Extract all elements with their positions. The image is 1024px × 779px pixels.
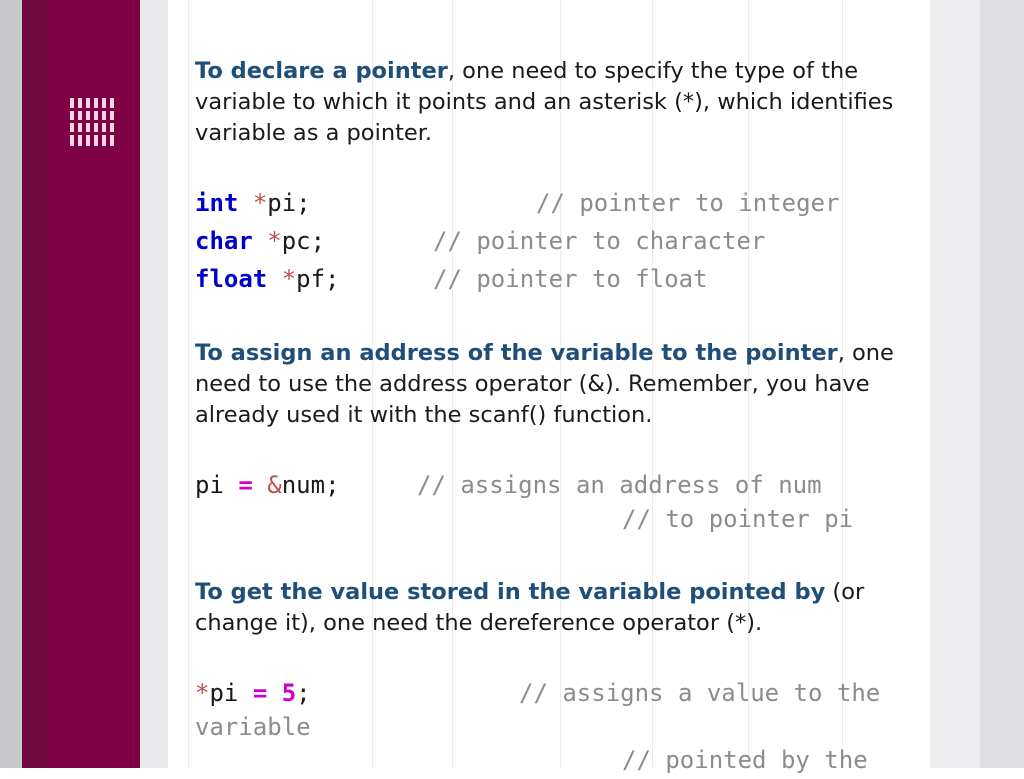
code-line-float: float *pf; [195,260,340,298]
asterisk: * [281,265,297,293]
keyword-float: float [195,265,268,293]
comment-assign-1: // assigns an address of num [417,471,822,499]
variable-name: pi [195,471,224,499]
keyword-int: int [195,189,239,217]
left-gray-strip [0,0,22,768]
getvalue-text: (or [825,579,865,605]
assign-paragraph-line2: need to use the address operator (&). Re… [195,371,870,397]
declare-paragraph-line1: To declare a pointer, one need to specif… [195,56,1010,87]
grid-logo-icon [68,98,118,146]
assign-heading: To assign an address of the variable to … [195,340,838,366]
dereference-operator: * [195,679,210,707]
getvalue-paragraph-line1: To get the value stored in the variable … [195,577,1010,608]
light-gray-strip [140,0,168,768]
code-line-deref: *pi = 5; [195,674,311,712]
code-line-char: char *pc; [195,222,325,260]
getvalue-heading: To get the value stored in the variable … [195,579,826,605]
comment-float: // pointer to float [433,265,708,293]
comment-char: // pointer to character [433,227,766,255]
asterisk: * [267,227,282,255]
assign-paragraph-line1: To assign an address of the variable to … [195,338,1010,369]
numeric-literal: 5 [281,679,297,707]
keyword-char: char [195,227,253,255]
variable-name: pf; [296,265,340,293]
comment-assign-2: // to pointer pi [622,505,854,533]
comment-deref-wrap: variable [195,713,311,741]
address-operator: & [267,471,282,499]
variable-name: pi; [267,189,311,217]
declare-text: , one need to specify the type of the [447,58,859,84]
left-dark-band [22,0,48,768]
code-line-int: int *pi; [195,184,311,222]
variable-name: pi [209,679,239,707]
comment-deref-1: // assigns a value to the [519,679,881,707]
declare-paragraph-line2: variable to which it points and an aster… [195,89,894,115]
assign-paragraph-line3: already used it with the scanf() functio… [195,402,653,428]
assign-text: , one [837,340,894,366]
variable-name: num; [281,471,340,499]
variable-name: pc; [281,227,326,255]
comment-int: // pointer to integer [536,189,840,217]
declare-heading: To declare a pointer [195,58,448,84]
equals-operator: = [252,679,268,707]
comment-deref-2: // pointed by the [622,746,868,774]
background-line [188,0,189,768]
semicolon: ; [296,679,311,707]
asterisk: * [252,189,268,217]
declare-paragraph-line3: variable as a pointer. [195,120,433,146]
getvalue-paragraph-line2: change it), one need the dereference ope… [195,610,763,636]
equals-operator: = [238,471,253,499]
code-line-assign: pi = &num; [195,466,340,504]
